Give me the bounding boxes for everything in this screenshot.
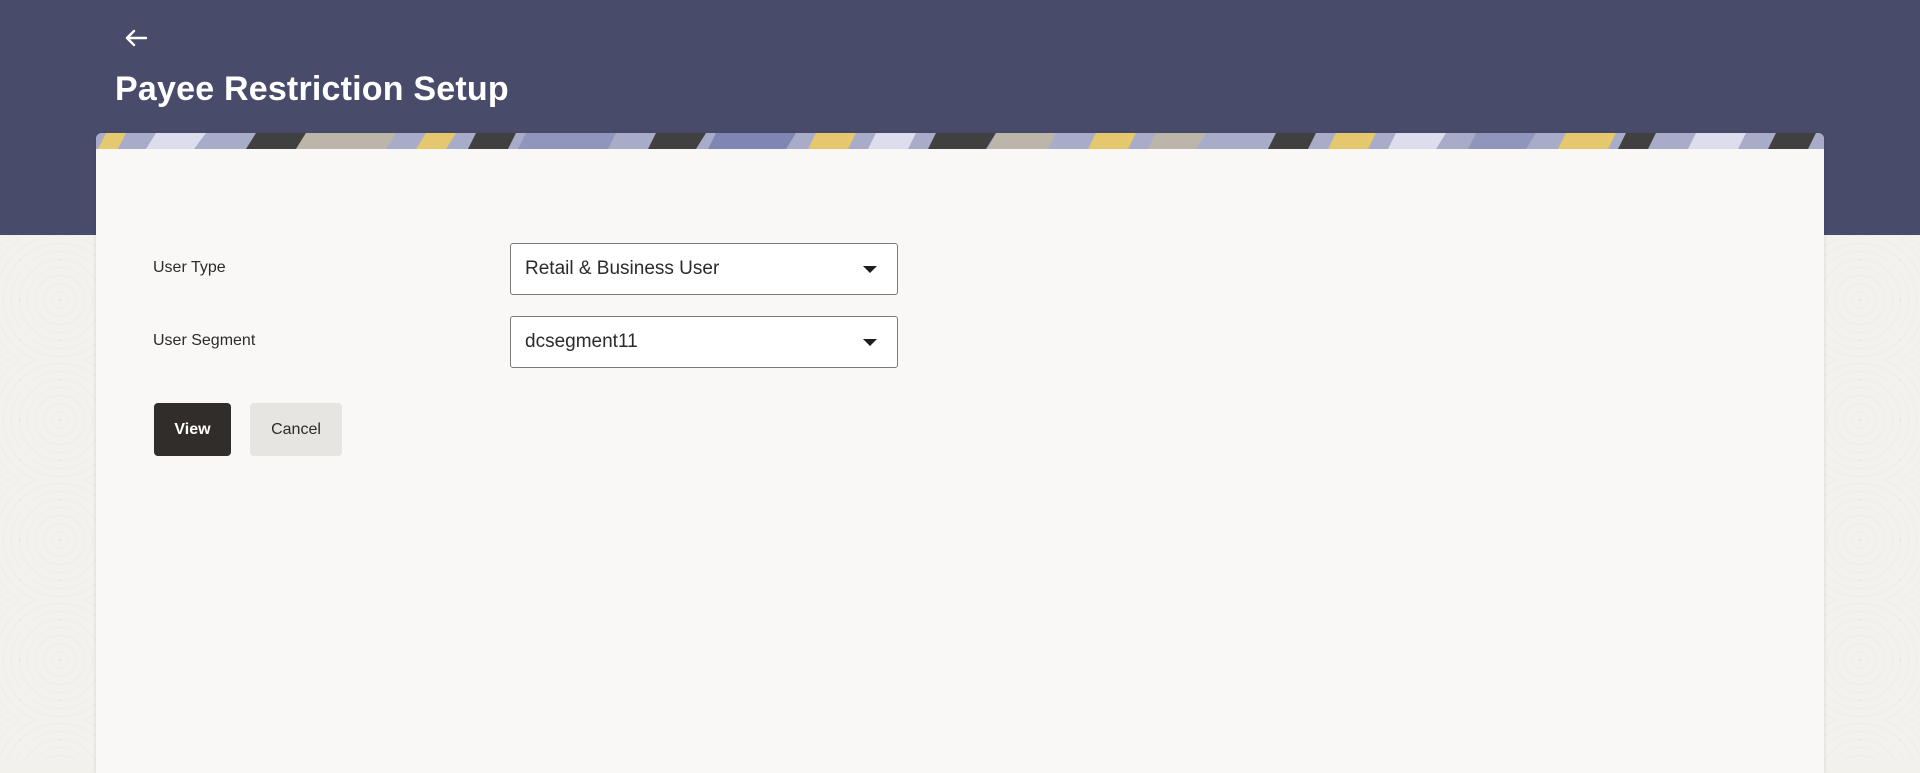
user-segment-row: User Segment dcsegment11 [153,316,953,368]
user-type-label: User Type [153,259,226,276]
user-segment-label: User Segment [153,332,256,349]
back-button[interactable] [120,22,152,54]
caret-down-icon [863,266,877,273]
caret-down-icon [863,339,877,346]
form-card: User Type Retail & Business User User Se… [96,133,1824,773]
user-type-select[interactable]: Retail & Business User [510,243,898,295]
decorative-banner [96,133,1824,149]
arrow-left-icon [125,29,148,47]
user-type-row: User Type Retail & Business User [153,243,953,295]
view-button[interactable]: View [154,403,231,456]
user-segment-value: dcsegment11 [525,331,638,352]
user-type-value: Retail & Business User [525,258,720,279]
page-title: Payee Restriction Setup [115,70,509,108]
cancel-button[interactable]: Cancel [250,403,342,456]
user-segment-select[interactable]: dcsegment11 [510,316,898,368]
